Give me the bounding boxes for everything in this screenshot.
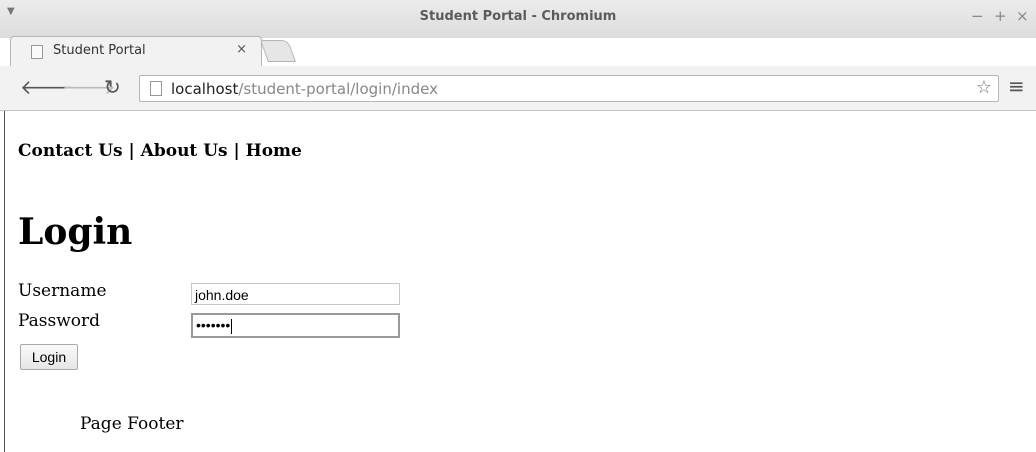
url-text[interactable]: localhost/student-portal/login/index <box>171 80 438 98</box>
text-cursor <box>231 318 233 334</box>
password-input[interactable]: ••••••• <box>191 313 400 338</box>
page-icon <box>150 81 162 96</box>
star-icon[interactable]: ☆ <box>976 77 992 98</box>
reload-icon[interactable]: ↻ <box>104 75 121 99</box>
username-label: Username <box>18 281 107 301</box>
window-title: Student Portal - Chromium <box>419 9 617 24</box>
browser-tab[interactable]: Student Portal × <box>10 36 262 67</box>
top-nav: Contact Us | About Us | Home <box>18 141 302 161</box>
nav-separator: | <box>227 141 246 161</box>
password-label: Password <box>18 311 101 331</box>
address-bar[interactable]: localhost/student-portal/login/index ☆ <box>139 75 999 102</box>
close-window-button[interactable]: × <box>1016 7 1029 25</box>
login-button[interactable]: Login <box>20 344 78 370</box>
username-input[interactable]: john.doe <box>191 283 400 305</box>
page-content: Contact Us | About Us | Home Login Usern… <box>0 111 1036 452</box>
nav-contact-link[interactable]: Contact Us <box>18 141 123 161</box>
page-title: Login <box>18 211 133 253</box>
url-host: localhost <box>171 80 239 98</box>
nav-separator: | <box>122 141 141 161</box>
new-tab-button[interactable] <box>259 40 297 62</box>
page-footer: Page Footer <box>80 414 184 434</box>
password-mask: ••••••• <box>196 317 231 333</box>
nav-about-link[interactable]: About Us <box>141 141 228 161</box>
nav-home-link[interactable]: Home <box>246 141 302 161</box>
url-path: /student-portal/login/index <box>238 80 438 98</box>
title-bar: ▼ Student Portal - Chromium − + × <box>0 0 1036 38</box>
menu-icon[interactable]: ≡ <box>1008 74 1025 98</box>
page-icon <box>31 45 43 59</box>
browser-toolbar: 🡐 🡒 ↻ localhost/student-portal/login/ind… <box>0 66 1036 111</box>
tab-close-icon[interactable]: × <box>236 42 247 57</box>
minimize-button[interactable]: − <box>971 7 984 25</box>
maximize-button[interactable]: + <box>994 7 1007 25</box>
tab-title: Student Portal <box>53 43 146 58</box>
